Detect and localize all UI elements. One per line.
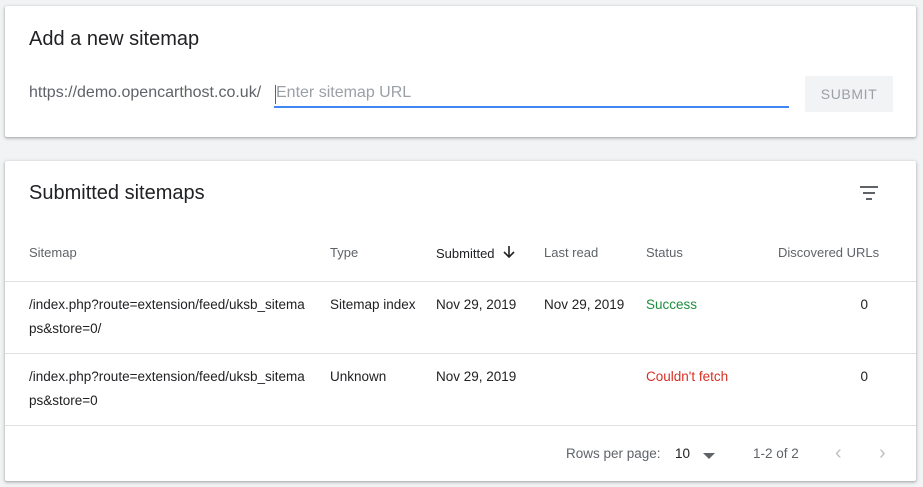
sitemap-path-line: /index.php?route=extension/feed/uksb_sit… <box>29 297 305 312</box>
divider <box>5 425 916 426</box>
pagination-range: 1-2 of 2 <box>753 446 799 461</box>
add-sitemap-title: Add a new sitemap <box>29 28 200 50</box>
col-header-submitted[interactable]: Submitted <box>436 245 516 261</box>
discovered-urls-count: 0 <box>860 297 868 312</box>
discovered-urls-count: 0 <box>860 369 868 384</box>
filter-list-icon[interactable] <box>857 181 881 205</box>
divider <box>5 353 916 354</box>
status-badge: Couldn't fetch <box>646 369 729 384</box>
rows-per-page-select[interactable]: 10 <box>675 446 690 461</box>
col-header-discovered-urls[interactable]: Discovered URLs <box>778 245 879 260</box>
sitemap-path: /index.php?route=extension/feed/uksb_sit… <box>29 294 319 339</box>
col-header-last-read[interactable]: Last read <box>544 245 598 260</box>
sitemap-path-line: ps&store=0/ <box>29 321 102 336</box>
divider <box>5 281 916 282</box>
col-header-type[interactable]: Type <box>330 245 358 260</box>
sitemap-type: Unknown <box>330 369 387 384</box>
col-header-sitemap[interactable]: Sitemap <box>29 245 77 260</box>
status-badge: Success <box>646 297 698 312</box>
col-header-status[interactable]: Status <box>646 245 683 260</box>
rows-per-page-label: Rows per page: <box>566 446 661 461</box>
submitted-date: Nov 29, 2019 <box>436 297 517 312</box>
col-header-submitted-label: Submitted <box>436 246 495 261</box>
submitted-sitemaps-card: Submitted sitemaps Sitemap Type Submitte… <box>5 161 916 481</box>
arrow-down-icon <box>503 246 515 259</box>
sitemap-type: Sitemap index <box>330 297 416 312</box>
sitemap-path-line: /index.php?route=extension/feed/uksb_sit… <box>29 369 305 384</box>
sitemap-url-prefix: https://demo.opencarthost.co.uk/ <box>29 84 262 101</box>
submit-button[interactable]: SUBMIT <box>805 76 893 112</box>
sitemap-path-line: ps&store=0 <box>29 393 98 408</box>
chevron-down-icon[interactable] <box>703 453 715 459</box>
text-cursor <box>275 85 276 104</box>
submitted-date: Nov 29, 2019 <box>436 369 517 384</box>
prev-page-icon[interactable]: ‹ <box>835 442 842 465</box>
submitted-sitemaps-title: Submitted sitemaps <box>29 182 205 204</box>
sitemap-path: /index.php?route=extension/feed/uksb_sit… <box>29 366 319 411</box>
next-page-icon[interactable]: › <box>879 442 886 465</box>
last-read-date: Nov 29, 2019 <box>544 297 625 312</box>
add-sitemap-card: Add a new sitemap https://demo.opencarth… <box>5 6 916 137</box>
sitemap-url-input[interactable] <box>274 82 789 108</box>
